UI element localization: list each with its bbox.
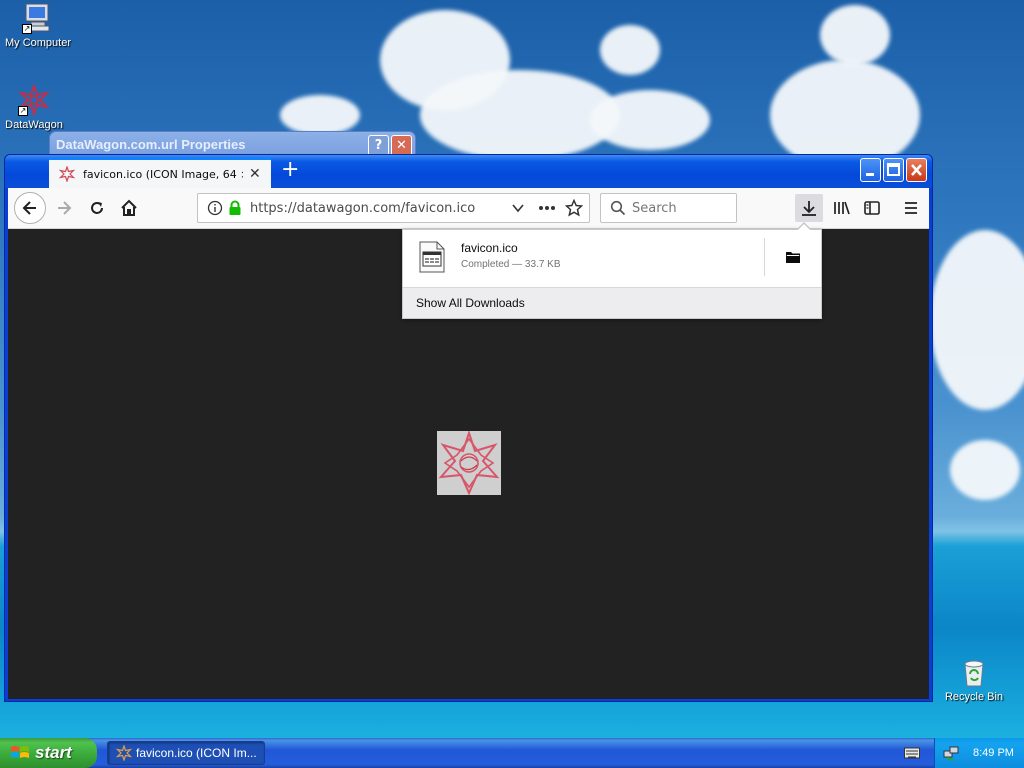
cloud (820, 5, 890, 65)
network-icon[interactable] (943, 745, 959, 761)
desktop-icon-my-computer[interactable]: ↗ My Computer (0, 2, 76, 49)
browser-titlebar: favicon.ico (ICON Image, 64 × 64 pixels)… (5, 155, 932, 188)
minimize-icon (866, 173, 874, 176)
hamburger-menu-icon (905, 202, 917, 214)
cloud (280, 95, 360, 135)
cloud (600, 25, 660, 75)
desktop-icon-label: DataWagon (5, 119, 63, 131)
properties-dialog-title: DataWagon.com.url Properties (56, 137, 246, 152)
menu-button[interactable] (897, 194, 925, 222)
taskbar: start favicon.ico (ICON Im... 8:49 PM (0, 738, 1024, 768)
maximize-button[interactable] (883, 158, 904, 182)
file-icon (419, 241, 445, 273)
info-icon[interactable] (207, 200, 223, 216)
sidebar-icon (864, 201, 880, 215)
folder-icon (786, 252, 800, 263)
reload-icon (91, 202, 103, 214)
library-icon (834, 201, 850, 215)
desktop-icon-recycle-bin[interactable]: Recycle Bin (936, 656, 1012, 703)
datawagon-star-icon: ↗ (17, 82, 51, 118)
arrow-right-icon (58, 201, 72, 215)
download-filename: favicon.ico (461, 241, 518, 255)
window-close-button[interactable] (906, 158, 927, 182)
show-all-downloads-button[interactable]: Show All Downloads (403, 287, 821, 318)
url-bar[interactable]: https://datawagon.com/favicon.ico (197, 193, 590, 223)
desktop-icon-label: Recycle Bin (944, 691, 1004, 703)
search-bar[interactable] (600, 193, 737, 223)
lock-icon[interactable] (228, 200, 242, 216)
open-folder-button[interactable] (783, 247, 803, 267)
datawagon-favicon-icon (59, 166, 75, 182)
cloud (930, 230, 1024, 410)
search-icon (610, 200, 626, 216)
reload-button[interactable] (83, 194, 111, 222)
favicon-image (437, 429, 501, 496)
library-button[interactable] (828, 194, 856, 222)
desktop-icon-datawagon[interactable]: ↗ DataWagon (0, 82, 72, 131)
download-item[interactable]: favicon.ico Completed — 33.7 KB (403, 230, 821, 287)
arrow-left-icon (22, 201, 36, 215)
navigation-toolbar: https://datawagon.com/favicon.ico (8, 188, 929, 229)
new-tab-button[interactable]: + (281, 159, 299, 181)
close-button[interactable]: ✕ (391, 135, 412, 156)
favicon-icon (116, 745, 132, 761)
download-status: Completed — 33.7 KB (461, 259, 561, 270)
bookmark-star-icon[interactable] (565, 199, 583, 217)
minimize-button[interactable] (860, 158, 881, 182)
start-button[interactable]: start (0, 738, 97, 768)
chevron-down-icon[interactable] (511, 201, 525, 215)
system-tray: 8:49 PM (934, 738, 1024, 768)
tab-title: favicon.ico (ICON Image, 64 × 64 pixels) (83, 167, 243, 181)
taskbar-item-firefox[interactable]: favicon.ico (ICON Im... (107, 741, 265, 765)
recycle-bin-icon (958, 656, 990, 688)
home-button[interactable] (115, 194, 143, 222)
page-actions-icon[interactable] (538, 205, 556, 211)
downloads-button[interactable] (795, 194, 823, 222)
cloud (950, 440, 1020, 500)
close-icon (911, 164, 922, 176)
tab-close-icon[interactable]: ✕ (249, 166, 261, 182)
clock: 8:49 PM (973, 747, 1014, 759)
url-text: https://datawagon.com/favicon.ico (250, 200, 476, 216)
divider (764, 238, 765, 276)
keyboard-icon[interactable] (904, 746, 920, 759)
tab-favicon[interactable]: favicon.ico (ICON Image, 64 × 64 pixels)… (49, 158, 271, 188)
start-label: start (35, 743, 72, 762)
forward-button[interactable] (50, 194, 78, 222)
maximize-icon (887, 163, 900, 176)
help-button[interactable]: ? (368, 135, 389, 156)
sidebar-button[interactable] (858, 194, 886, 222)
cloud (590, 90, 710, 150)
windows-flag-icon (11, 746, 29, 758)
home-icon (121, 199, 137, 216)
taskbar-item-label: favicon.ico (ICON Im... (136, 746, 257, 760)
search-input[interactable] (632, 200, 732, 216)
back-button[interactable] (14, 192, 46, 224)
downloads-panel: favicon.ico Completed — 33.7 KB Show All… (402, 222, 822, 319)
computer-icon: ↗ (22, 2, 54, 34)
download-icon (802, 201, 816, 216)
desktop-icon-label: My Computer (4, 37, 72, 49)
